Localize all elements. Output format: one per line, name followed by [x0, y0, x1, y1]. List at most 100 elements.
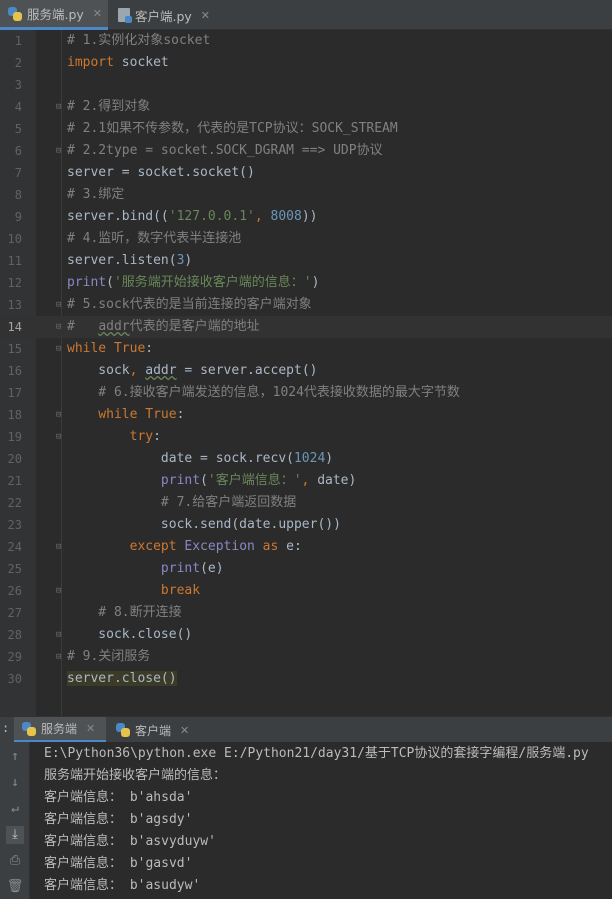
fold-marker-icon[interactable]: ⊟	[56, 146, 65, 156]
code-token: True	[106, 341, 146, 356]
code-line[interactable]: 13 ⊟ # 5.sock代表的是当前连接的客户端对象	[0, 294, 612, 316]
python-run-icon	[116, 723, 130, 737]
print-icon[interactable]: ⎙	[6, 852, 24, 870]
soft-wrap-icon[interactable]: ↵	[6, 800, 24, 818]
code-text: server.bind(('127.0.0.1', 8008))	[67, 206, 317, 228]
close-icon[interactable]: ✕	[86, 722, 95, 735]
run-tab-bar: : 服务端 ✕ 客户端 ✕	[0, 716, 612, 743]
code-line[interactable]: 7 server = socket.socket()	[0, 162, 612, 184]
line-number: 19	[7, 430, 22, 444]
code-text: break	[67, 580, 200, 602]
run-console[interactable]: ↑ ↓ ↵ ⤓ ⎙ 🗑 E:\Python36\python.exe E:/Py…	[0, 742, 612, 899]
trash-icon[interactable]: 🗑	[6, 878, 24, 896]
code-text: sock, addr = server.accept()	[67, 360, 317, 382]
close-icon[interactable]: ✕	[93, 7, 102, 20]
tab-label: 服务端.py	[27, 7, 84, 22]
code-token: # 2.2type = socket.SOCK_DGRAM ==> UDP协议	[67, 143, 383, 158]
code-token: (	[106, 275, 114, 290]
fold-marker-icon[interactable]: ⊟	[56, 344, 65, 354]
python-file-icon	[118, 8, 132, 23]
close-icon[interactable]: ✕	[180, 724, 189, 737]
fold-marker-icon[interactable]: ⊟	[56, 102, 65, 112]
code-token: ))	[301, 209, 318, 224]
code-text: print(e)	[67, 558, 224, 580]
code-line[interactable]: 8 # 3.绑定	[0, 184, 612, 206]
scroll-to-end-icon[interactable]: ⤓	[6, 826, 24, 844]
code-line[interactable]: 6 ⊟ # 2.2type = socket.SOCK_DGRAM ==> UDP协…	[0, 140, 612, 162]
up-arrow-icon[interactable]: ↑	[6, 748, 24, 766]
code-token: except	[67, 539, 177, 554]
fold-marker-icon[interactable]: ⊟	[56, 322, 65, 332]
line-number: 7	[14, 166, 22, 180]
code-text: while True:	[67, 338, 153, 360]
code-line[interactable]: 1 # 1.实例化对象socket	[0, 30, 612, 52]
line-number: 17	[7, 386, 22, 400]
line-number: 20	[7, 452, 22, 466]
code-token: try	[67, 429, 154, 444]
code-line[interactable]: 28 ⊟ sock.close()	[0, 624, 612, 646]
code-token: True	[137, 407, 177, 422]
code-text: # addr代表的是客户端的地址	[67, 316, 260, 338]
run-tab-server[interactable]: 服务端 ✕	[14, 717, 106, 743]
code-line[interactable]: 10 # 4.监听，数字代表半连接池	[0, 228, 612, 250]
code-line[interactable]: 4 ⊟ # 2.得到对象	[0, 96, 612, 118]
line-number: 23	[7, 518, 22, 532]
fold-marker-icon[interactable]: ⊟	[56, 542, 65, 552]
code-editor[interactable]: 1 # 1.实例化对象socket 2 import socket 3 4 ⊟ # 2.得到对…	[0, 30, 612, 716]
code-line[interactable]: 26 ⊟ break	[0, 580, 612, 602]
line-number: 18	[7, 408, 22, 422]
editor-tab-bar: 服务端.py ✕ 客户端.py ✕	[0, 0, 612, 30]
code-text: try:	[67, 426, 161, 448]
code-line[interactable]: 16 sock, addr = server.accept()	[0, 360, 612, 382]
code-text: # 2.1如果不传参数，代表的是TCP协议：SOCK_STREAM	[67, 118, 398, 140]
code-line[interactable]: 11 server.listen(3)	[0, 250, 612, 272]
code-line[interactable]: 29 ⊟ # 9.关闭服务	[0, 646, 612, 668]
code-line[interactable]: 9 server.bind(('127.0.0.1', 8008))	[0, 206, 612, 228]
code-line[interactable]: 27 # 8.断开连接	[0, 602, 612, 624]
code-token: 代表的是客户端的地址	[129, 319, 260, 334]
fold-marker-icon[interactable]: ⊟	[56, 432, 65, 442]
code-text: print('服务端开始接收客户端的信息：')	[67, 272, 319, 294]
code-line[interactable]: 17 # 6.接收客户端发送的信息，1024代表接收数据的最大字节数	[0, 382, 612, 404]
code-token: 8008	[270, 209, 302, 224]
fold-marker-icon[interactable]: ⊟	[56, 300, 65, 310]
code-line[interactable]: 18 ⊟ while True:	[0, 404, 612, 426]
close-icon[interactable]: ✕	[201, 9, 210, 22]
code-line[interactable]: 15 ⊟ while True:	[0, 338, 612, 360]
code-token: :	[153, 429, 161, 444]
code-token: date = sock.recv(	[67, 451, 294, 466]
tab-client-py[interactable]: 客户端.py ✕	[110, 0, 216, 30]
code-token: )	[325, 451, 334, 466]
line-number: 11	[7, 254, 22, 268]
code-line[interactable]: 12 print('服务端开始接收客户端的信息：')	[0, 272, 612, 294]
line-number: 28	[7, 628, 22, 642]
down-arrow-icon[interactable]: ↓	[6, 774, 24, 792]
code-line[interactable]: 21 print('客户端信息：', date)	[0, 470, 612, 492]
code-line[interactable]: 24 ⊟ except Exception as e:	[0, 536, 612, 558]
line-number: 13	[7, 298, 22, 312]
fold-marker-icon[interactable]: ⊟	[56, 630, 65, 640]
ide-window: 服务端.py ✕ 客户端.py ✕ 1 # 1.实例化对象socket 2 impor…	[0, 0, 612, 899]
code-line[interactable]: 14 ⊟ # addr代表的是客户端的地址	[0, 316, 612, 338]
code-line[interactable]: 19 ⊟ try:	[0, 426, 612, 448]
code-line[interactable]: 22 # 7.给客户端返回数据	[0, 492, 612, 514]
code-line[interactable]: 3	[0, 74, 612, 96]
line-number: 1	[14, 34, 22, 48]
fold-marker-icon[interactable]: ⊟	[56, 410, 65, 420]
code-token: server.bind((	[67, 209, 169, 224]
code-line[interactable]: 30 server.close()	[0, 668, 612, 690]
code-line[interactable]: 2 import socket	[0, 52, 612, 74]
run-tab-client[interactable]: 客户端 ✕	[108, 717, 198, 743]
code-text: print('客户端信息：', date)	[67, 470, 356, 492]
code-line[interactable]: 20 date = sock.recv(1024)	[0, 448, 612, 470]
code-token: # 6.接收客户端发送的信息，1024代表接收数据的最大字节数	[67, 385, 460, 400]
fold-marker-icon[interactable]: ⊟	[56, 586, 65, 596]
code-token: # 2.1如果不传参数，代表的是TCP协议：SOCK_STREAM	[67, 121, 398, 136]
code-line[interactable]: 23 sock.send(date.upper())	[0, 514, 612, 536]
code-line[interactable]: 25 print(e)	[0, 558, 612, 580]
fold-marker-icon[interactable]: ⊟	[56, 652, 65, 662]
code-line[interactable]: 5 # 2.1如果不传参数，代表的是TCP协议：SOCK_STREAM	[0, 118, 612, 140]
code-token: ,	[254, 209, 271, 224]
line-number: 26	[7, 584, 22, 598]
tab-server-py[interactable]: 服务端.py ✕	[0, 0, 108, 30]
